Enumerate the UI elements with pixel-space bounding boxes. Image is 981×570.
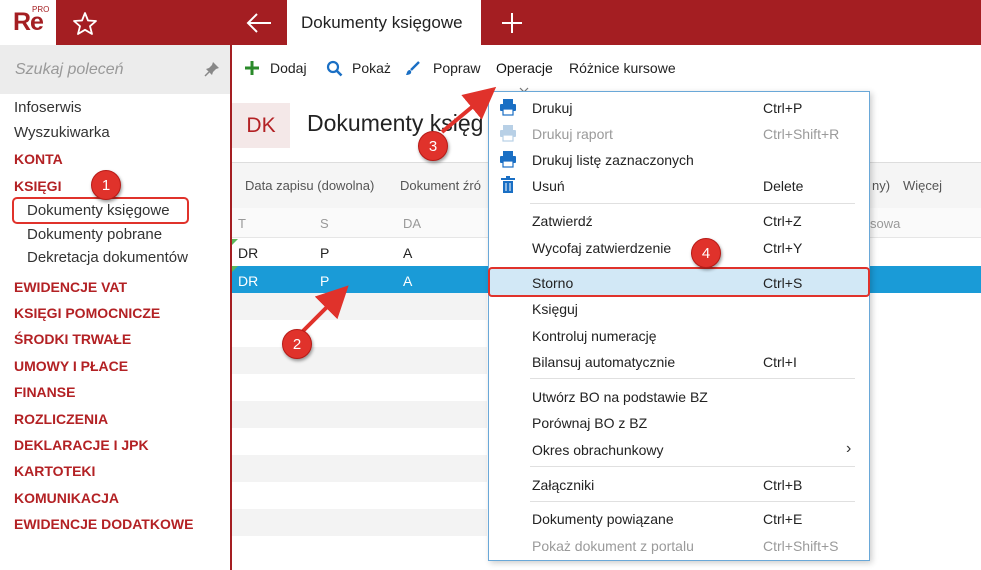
callout-badge-3: 3 <box>418 131 448 161</box>
callout-arrow-3 <box>440 86 497 134</box>
callout-badge-1: 1 <box>91 170 121 200</box>
callout-arrows <box>300 86 497 334</box>
callout-badge-4: 4 <box>691 238 721 268</box>
callout-badge-2: 2 <box>282 329 312 359</box>
callout-arrow-2 <box>300 285 349 334</box>
